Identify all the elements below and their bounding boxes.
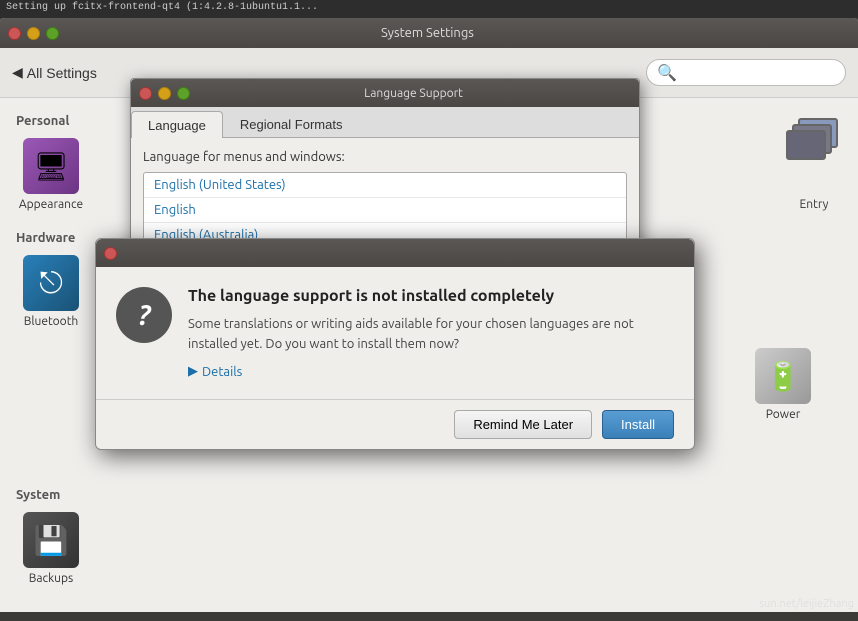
details-link[interactable]: ▶ Details	[188, 364, 674, 379]
lang-dialog-maximize[interactable]	[177, 87, 190, 100]
entry-icon-layer3	[786, 130, 826, 160]
install-button[interactable]: Install	[602, 410, 674, 439]
entry-area[interactable]: Entry	[786, 114, 842, 211]
alert-titlebar	[96, 239, 694, 267]
system-settings-window: System Settings ◀ All Settings 🔍 Persona…	[0, 18, 858, 612]
system-section: System 💾 Backups	[16, 488, 842, 585]
maximize-btn[interactable]	[46, 27, 59, 40]
window-titlebar: System Settings	[0, 18, 858, 48]
back-icon: ◀	[12, 64, 23, 81]
appearance-icon-box: 🖥	[23, 138, 79, 194]
close-btn[interactable]	[8, 27, 21, 40]
bluetooth-item[interactable]: ⎋ Bluetooth	[16, 255, 86, 328]
alert-question-icon: ?	[116, 287, 172, 343]
all-settings-label: All Settings	[27, 65, 97, 81]
entry-label: Entry	[800, 198, 829, 211]
alert-close-icon[interactable]	[104, 247, 117, 260]
backups-item[interactable]: 💾 Backups	[16, 512, 86, 585]
alert-text-area: The language support is not installed co…	[188, 287, 674, 379]
tab-regional[interactable]: Regional Formats	[223, 111, 360, 137]
entry-icon-box	[786, 114, 842, 170]
search-box[interactable]: 🔍	[646, 59, 846, 86]
terminal-text: Setting up fcitx-frontend-qt4 (1:4.2.8-1…	[6, 2, 318, 13]
all-settings-button[interactable]: ◀ All Settings	[12, 64, 97, 81]
lang-dialog-title: Language Support	[196, 87, 631, 100]
system-section-label: System	[16, 488, 842, 502]
power-item[interactable]: 🔋 Power	[748, 348, 818, 421]
remind-later-button[interactable]: Remind Me Later	[454, 410, 592, 439]
terminal-bar: Setting up fcitx-frontend-qt4 (1:4.2.8-1…	[0, 0, 858, 18]
alert-dialog: ? The language support is not installed …	[95, 238, 695, 450]
system-icons-row: 💾 Backups	[16, 512, 842, 585]
backups-label: Backups	[29, 572, 74, 585]
watermark: sun.net/leijieZhang	[755, 596, 858, 612]
power-label: Power	[766, 408, 801, 421]
backups-icon: 💾	[34, 524, 69, 557]
window-title: System Settings	[65, 26, 790, 40]
lang-dialog-close[interactable]	[139, 87, 152, 100]
minimize-btn[interactable]	[27, 27, 40, 40]
alert-title: The language support is not installed co…	[188, 287, 674, 305]
alert-footer: Remind Me Later Install	[96, 399, 694, 449]
search-icon: 🔍	[657, 63, 677, 82]
appearance-item[interactable]: 🖥 Appearance	[16, 138, 86, 211]
power-icon: 🔋	[766, 360, 801, 393]
lang-dialog-minimize[interactable]	[158, 87, 171, 100]
lang-item-0[interactable]: English (United States)	[144, 173, 626, 198]
bluetooth-label: Bluetooth	[24, 315, 79, 328]
tab-language[interactable]: Language	[131, 111, 223, 138]
lang-item-1[interactable]: English	[144, 198, 626, 223]
monitor-icon: 🖥	[33, 150, 69, 183]
details-label: Details	[202, 365, 242, 379]
details-arrow: ▶	[188, 364, 198, 379]
backups-icon-box: 💾	[23, 512, 79, 568]
bluetooth-icon: ⎋	[39, 265, 63, 301]
lang-dialog-titlebar: Language Support	[131, 79, 639, 107]
power-icon-box: 🔋	[755, 348, 811, 404]
appearance-label: Appearance	[19, 198, 83, 211]
lang-section-label: Language for menus and windows:	[143, 150, 627, 164]
alert-body: ? The language support is not installed …	[96, 267, 694, 399]
tabs-row: Language Regional Formats	[131, 107, 639, 138]
search-input[interactable]	[677, 65, 835, 80]
alert-message: Some translations or writing aids availa…	[188, 315, 674, 354]
bluetooth-icon-box: ⎋	[23, 255, 79, 311]
